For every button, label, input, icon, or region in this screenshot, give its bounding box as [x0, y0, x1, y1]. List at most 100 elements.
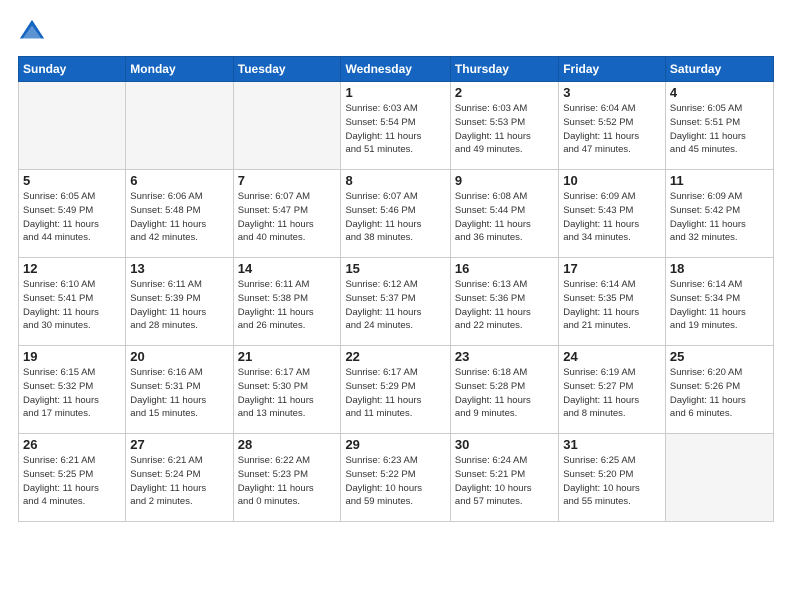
day-number: 7	[238, 173, 337, 188]
day-info: Sunrise: 6:11 AM Sunset: 5:38 PM Dayligh…	[238, 278, 337, 333]
day-info: Sunrise: 6:04 AM Sunset: 5:52 PM Dayligh…	[563, 102, 661, 157]
day-cell: 6 Sunrise: 6:06 AM Sunset: 5:48 PM Daylig…	[126, 170, 233, 258]
day-info: Sunrise: 6:10 AM Sunset: 5:41 PM Dayligh…	[23, 278, 121, 333]
week-row-3: 19Sunrise: 6:15 AM Sunset: 5:32 PM Dayli…	[19, 346, 774, 434]
day-info: Sunrise: 6:06 AM Sunset: 5:48 PM Dayligh…	[130, 190, 228, 245]
calendar-table: SundayMondayTuesdayWednesdayThursdayFrid…	[18, 56, 774, 522]
day-info: Sunrise: 6:19 AM Sunset: 5:27 PM Dayligh…	[563, 366, 661, 421]
day-cell: 26 Sunrise: 6:21 AM Sunset: 5:25 PM Dayli…	[19, 434, 126, 522]
day-info: Sunrise: 6:17 AM Sunset: 5:29 PM Dayligh…	[345, 366, 445, 421]
day-cell: 30 Sunrise: 6:24 AM Sunset: 5:21 PM Dayli…	[450, 434, 558, 522]
day-number: 11	[670, 173, 769, 188]
day-info: Sunrise: 6:12 AM Sunset: 5:37 PM Dayligh…	[345, 278, 445, 333]
day-cell: 7 Sunrise: 6:07 AM Sunset: 5:47 PM Daylig…	[233, 170, 341, 258]
week-row-1: 5 Sunrise: 6:05 AM Sunset: 5:49 PM Daylig…	[19, 170, 774, 258]
day-number: 16	[455, 261, 554, 276]
day-info: Sunrise: 6:11 AM Sunset: 5:39 PM Dayligh…	[130, 278, 228, 333]
day-info: Sunrise: 6:07 AM Sunset: 5:46 PM Dayligh…	[345, 190, 445, 245]
day-number: 13	[130, 261, 228, 276]
day-info: Sunrise: 6:18 AM Sunset: 5:28 PM Dayligh…	[455, 366, 554, 421]
day-info: Sunrise: 6:21 AM Sunset: 5:25 PM Dayligh…	[23, 454, 121, 509]
day-cell	[665, 434, 773, 522]
day-number: 8	[345, 173, 445, 188]
day-number: 14	[238, 261, 337, 276]
day-cell: 1 Sunrise: 6:03 AM Sunset: 5:54 PM Daylig…	[341, 82, 450, 170]
day-number: 3	[563, 85, 661, 100]
day-info: Sunrise: 6:05 AM Sunset: 5:49 PM Dayligh…	[23, 190, 121, 245]
weekday-sunday: Sunday	[19, 57, 126, 82]
day-info: Sunrise: 6:07 AM Sunset: 5:47 PM Dayligh…	[238, 190, 337, 245]
day-cell: 4 Sunrise: 6:05 AM Sunset: 5:51 PM Daylig…	[665, 82, 773, 170]
logo	[18, 18, 50, 46]
day-number: 17	[563, 261, 661, 276]
day-number: 29	[345, 437, 445, 452]
day-cell: 16 Sunrise: 6:13 AM Sunset: 5:36 PM Dayli…	[450, 258, 558, 346]
day-cell: 24 Sunrise: 6:19 AM Sunset: 5:27 PM Dayli…	[559, 346, 666, 434]
day-cell	[19, 82, 126, 170]
weekday-monday: Monday	[126, 57, 233, 82]
day-cell: 23Sunrise: 6:18 AM Sunset: 5:28 PM Dayli…	[450, 346, 558, 434]
day-number: 25	[670, 349, 769, 364]
day-cell: 9 Sunrise: 6:08 AM Sunset: 5:44 PM Daylig…	[450, 170, 558, 258]
weekday-friday: Friday	[559, 57, 666, 82]
day-cell: 8 Sunrise: 6:07 AM Sunset: 5:46 PM Daylig…	[341, 170, 450, 258]
calendar-page: SundayMondayTuesdayWednesdayThursdayFrid…	[0, 0, 792, 612]
day-info: Sunrise: 6:03 AM Sunset: 5:53 PM Dayligh…	[455, 102, 554, 157]
day-number: 24	[563, 349, 661, 364]
weekday-saturday: Saturday	[665, 57, 773, 82]
day-info: Sunrise: 6:21 AM Sunset: 5:24 PM Dayligh…	[130, 454, 228, 509]
week-row-4: 26 Sunrise: 6:21 AM Sunset: 5:25 PM Dayli…	[19, 434, 774, 522]
day-number: 12	[23, 261, 121, 276]
day-number: 26	[23, 437, 121, 452]
day-info: Sunrise: 6:17 AM Sunset: 5:30 PM Dayligh…	[238, 366, 337, 421]
day-cell	[233, 82, 341, 170]
day-info: Sunrise: 6:25 AM Sunset: 5:20 PM Dayligh…	[563, 454, 661, 509]
day-number: 5	[23, 173, 121, 188]
day-cell: 22 Sunrise: 6:17 AM Sunset: 5:29 PM Dayli…	[341, 346, 450, 434]
day-cell: 15 Sunrise: 6:12 AM Sunset: 5:37 PM Dayli…	[341, 258, 450, 346]
day-cell: 11Sunrise: 6:09 AM Sunset: 5:42 PM Dayli…	[665, 170, 773, 258]
day-number: 15	[345, 261, 445, 276]
day-cell: 21 Sunrise: 6:17 AM Sunset: 5:30 PM Dayli…	[233, 346, 341, 434]
day-info: Sunrise: 6:09 AM Sunset: 5:43 PM Dayligh…	[563, 190, 661, 245]
day-number: 27	[130, 437, 228, 452]
day-info: Sunrise: 6:23 AM Sunset: 5:22 PM Dayligh…	[345, 454, 445, 509]
day-cell: 31 Sunrise: 6:25 AM Sunset: 5:20 PM Dayli…	[559, 434, 666, 522]
day-cell: 28 Sunrise: 6:22 AM Sunset: 5:23 PM Dayli…	[233, 434, 341, 522]
weekday-thursday: Thursday	[450, 57, 558, 82]
day-info: Sunrise: 6:13 AM Sunset: 5:36 PM Dayligh…	[455, 278, 554, 333]
day-number: 1	[345, 85, 445, 100]
day-number: 10	[563, 173, 661, 188]
weekday-header-row: SundayMondayTuesdayWednesdayThursdayFrid…	[19, 57, 774, 82]
day-number: 30	[455, 437, 554, 452]
day-info: Sunrise: 6:24 AM Sunset: 5:21 PM Dayligh…	[455, 454, 554, 509]
week-row-2: 12 Sunrise: 6:10 AM Sunset: 5:41 PM Dayli…	[19, 258, 774, 346]
day-cell: 17 Sunrise: 6:14 AM Sunset: 5:35 PM Dayli…	[559, 258, 666, 346]
day-cell: 14 Sunrise: 6:11 AM Sunset: 5:38 PM Dayli…	[233, 258, 341, 346]
day-number: 31	[563, 437, 661, 452]
day-number: 6	[130, 173, 228, 188]
weekday-wednesday: Wednesday	[341, 57, 450, 82]
day-cell: 29 Sunrise: 6:23 AM Sunset: 5:22 PM Dayli…	[341, 434, 450, 522]
day-number: 9	[455, 173, 554, 188]
day-number: 22	[345, 349, 445, 364]
day-number: 2	[455, 85, 554, 100]
day-info: Sunrise: 6:08 AM Sunset: 5:44 PM Dayligh…	[455, 190, 554, 245]
day-info: Sunrise: 6:14 AM Sunset: 5:35 PM Dayligh…	[563, 278, 661, 333]
day-info: Sunrise: 6:03 AM Sunset: 5:54 PM Dayligh…	[345, 102, 445, 157]
day-number: 21	[238, 349, 337, 364]
day-info: Sunrise: 6:20 AM Sunset: 5:26 PM Dayligh…	[670, 366, 769, 421]
day-number: 4	[670, 85, 769, 100]
day-cell: 18Sunrise: 6:14 AM Sunset: 5:34 PM Dayli…	[665, 258, 773, 346]
day-cell: 12 Sunrise: 6:10 AM Sunset: 5:41 PM Dayli…	[19, 258, 126, 346]
week-row-0: 1 Sunrise: 6:03 AM Sunset: 5:54 PM Daylig…	[19, 82, 774, 170]
day-cell: 5 Sunrise: 6:05 AM Sunset: 5:49 PM Daylig…	[19, 170, 126, 258]
day-info: Sunrise: 6:05 AM Sunset: 5:51 PM Dayligh…	[670, 102, 769, 157]
day-info: Sunrise: 6:16 AM Sunset: 5:31 PM Dayligh…	[130, 366, 228, 421]
day-number: 18	[670, 261, 769, 276]
day-number: 28	[238, 437, 337, 452]
day-cell: 3 Sunrise: 6:04 AM Sunset: 5:52 PM Daylig…	[559, 82, 666, 170]
day-cell	[126, 82, 233, 170]
day-info: Sunrise: 6:22 AM Sunset: 5:23 PM Dayligh…	[238, 454, 337, 509]
header	[18, 18, 774, 46]
